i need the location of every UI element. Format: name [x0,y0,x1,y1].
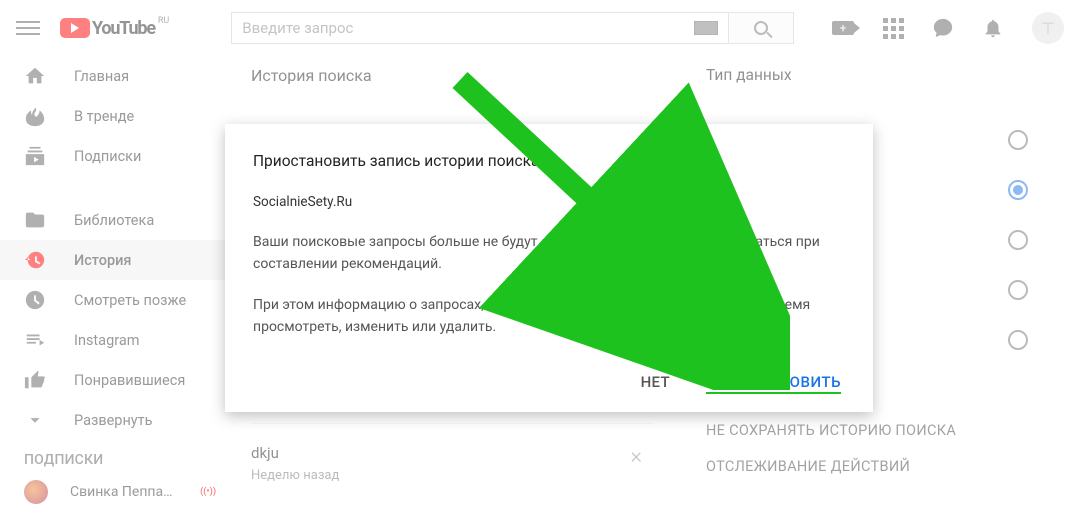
modal: Приостановить запись истории поиска? Soc… [225,124,873,412]
history-link[interactable]: истории [639,234,693,250]
confirm-button[interactable]: ПРИОСТАНОВИТЬ [706,373,841,394]
cancel-button[interactable]: НЕТ [641,373,670,394]
modal-subtitle: SocialnieSety.Ru [253,194,845,210]
modal-text: Ваши поисковые запросы больше не будут с… [253,232,845,275]
modal-actions: НЕТ ПРИОСТАНОВИТЬ [253,359,841,394]
modal-text: При этом информацию о запросах, сохранен… [253,295,845,338]
modal-title: Приостановить запись истории поиска? [253,152,845,170]
